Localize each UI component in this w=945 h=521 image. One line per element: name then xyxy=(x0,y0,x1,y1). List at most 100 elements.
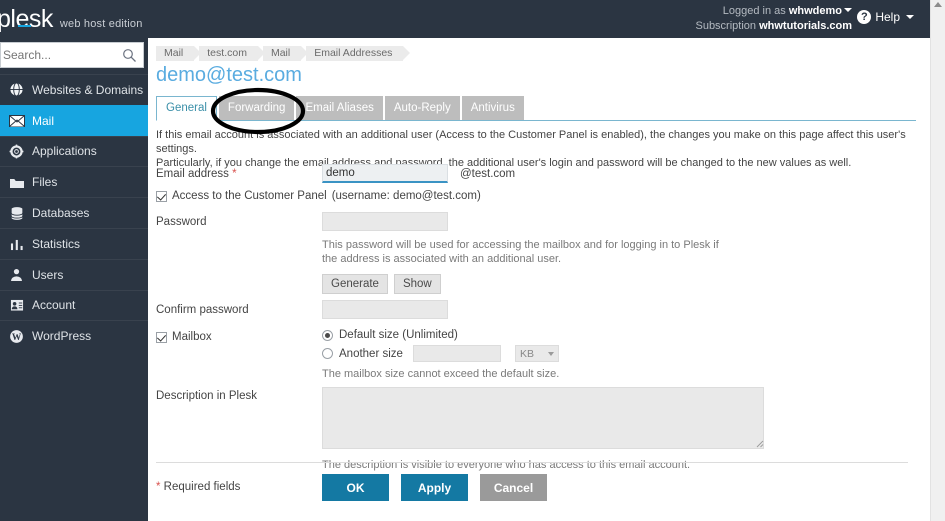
main-content: Mail test.com Mail Email Addresses demo@… xyxy=(148,38,930,521)
ok-button[interactable]: OK xyxy=(322,474,389,501)
svg-text:W: W xyxy=(12,333,22,343)
logged-in-row[interactable]: Logged in as whwdemo xyxy=(695,4,852,19)
mailbox-default-size-option[interactable]: Default size (Unlimited) xyxy=(322,329,916,341)
form-row-email-address: Email address * @test.com xyxy=(156,164,916,190)
confirm-password-label: Confirm password xyxy=(156,304,316,316)
customer-panel-checkbox-row[interactable]: Access to the Customer Panel (username: … xyxy=(156,190,916,202)
sidebar-item-label: Databases xyxy=(32,206,89,220)
sidebar-item-websites-domains[interactable]: Websites & Domains xyxy=(0,74,148,105)
sidebar-item-applications[interactable]: Applications xyxy=(0,136,148,167)
sidebar: Websites & Domains Mail xyxy=(0,38,148,521)
form-row-description: Description in Plesk The description is … xyxy=(156,387,916,467)
intro-line-1: If this email account is associated with… xyxy=(156,128,908,156)
sidebar-item-statistics[interactable]: Statistics xyxy=(0,228,148,259)
top-header-bar: plesk web host edition Logged in as whwd… xyxy=(0,0,930,38)
breadcrumb: Mail test.com Mail Email Addresses xyxy=(156,46,408,61)
tab-general[interactable]: General xyxy=(156,96,217,121)
confirm-password-input[interactable] xyxy=(322,300,448,319)
description-textarea[interactable] xyxy=(322,387,764,449)
scroll-up-arrow-icon[interactable] xyxy=(934,2,942,7)
mailbox-checkbox[interactable] xyxy=(156,332,167,343)
help-label: Help xyxy=(875,10,900,24)
mailbox-size-input[interactable] xyxy=(413,345,501,362)
email-domain-suffix: @test.com xyxy=(460,168,515,180)
globe-icon xyxy=(8,82,25,98)
sidebar-item-users[interactable]: Users xyxy=(0,259,148,290)
password-label: Password xyxy=(156,216,316,228)
wordpress-icon: W xyxy=(8,328,25,344)
sidebar-item-label: Statistics xyxy=(32,237,80,251)
search-box[interactable] xyxy=(0,42,144,68)
password-hint: This password will be used for accessing… xyxy=(322,238,916,266)
password-input[interactable] xyxy=(322,212,448,231)
cancel-button[interactable]: Cancel xyxy=(480,474,547,501)
password-hint-line-1: This password will be used for accessing… xyxy=(322,238,916,252)
breadcrumb-item-3[interactable]: Email Addresses xyxy=(306,46,403,61)
bar-chart-icon xyxy=(8,236,25,252)
logo-wordmark: plesk xyxy=(0,7,53,32)
logo-edition-label: web host edition xyxy=(60,18,143,30)
sidebar-item-mail[interactable]: Mail xyxy=(0,105,148,136)
sidebar-nav: Websites & Domains Mail xyxy=(0,74,148,351)
apply-button[interactable]: Apply xyxy=(401,474,468,501)
sidebar-item-label: Users xyxy=(32,268,63,282)
mailbox-size-unit-value: KB xyxy=(520,348,534,360)
folder-icon xyxy=(8,174,25,190)
tab-forwarding[interactable]: Forwarding xyxy=(219,96,295,120)
mailbox-another-size-radio[interactable] xyxy=(322,348,333,359)
sidebar-item-account[interactable]: Account xyxy=(0,290,148,321)
form-row-confirm-password: Confirm password xyxy=(156,300,916,329)
page-title: demo@test.com xyxy=(156,64,302,87)
tab-antivirus[interactable]: Antivirus xyxy=(462,96,524,120)
sidebar-item-files[interactable]: Files xyxy=(0,166,148,197)
customer-panel-label: Access to the Customer Panel xyxy=(172,190,327,202)
subscription-value: whwtutorials.com xyxy=(759,20,852,32)
sidebar-item-label: Applications xyxy=(32,144,97,158)
breadcrumb-item-0[interactable]: Mail xyxy=(156,46,194,61)
breadcrumb-item-2[interactable]: Mail xyxy=(263,46,301,61)
subscription-label: Subscription xyxy=(695,20,756,32)
id-card-icon xyxy=(8,297,25,313)
footer-divider xyxy=(156,462,908,463)
mailbox-size-unit-select[interactable]: KB xyxy=(515,345,559,362)
mailbox-default-size-radio[interactable] xyxy=(322,330,333,341)
tab-auto-reply[interactable]: Auto-Reply xyxy=(385,96,460,120)
description-hint: The description is visible to everyone w… xyxy=(322,458,916,472)
form-row-mailbox: Mailbox Default size (Unlimited) Another… xyxy=(156,329,916,387)
sidebar-item-label: Mail xyxy=(32,114,54,128)
mailbox-another-size-option[interactable]: Another size KB xyxy=(322,345,916,362)
generate-password-button[interactable]: Generate xyxy=(322,274,388,294)
email-address-input[interactable] xyxy=(322,164,448,183)
show-password-button[interactable]: Show xyxy=(394,274,441,294)
breadcrumb-item-1[interactable]: test.com xyxy=(199,46,258,61)
subscription-row[interactable]: Subscription whwtutorials.com xyxy=(695,19,852,34)
action-buttons: OK Apply Cancel xyxy=(322,474,547,501)
email-settings-form: Email address * @test.com Access to the … xyxy=(156,164,916,467)
chevron-down-icon xyxy=(548,352,554,356)
vertical-scrollbar[interactable] xyxy=(930,0,945,521)
plesk-panel: plesk web host edition Logged in as whwd… xyxy=(0,0,945,521)
required-asterisk: * xyxy=(232,168,236,180)
database-icon xyxy=(8,205,25,221)
help-menu[interactable]: ? Help xyxy=(857,10,914,24)
sidebar-item-label: WordPress xyxy=(32,329,91,343)
form-row-customer-panel: Access to the Customer Panel (username: … xyxy=(156,190,916,212)
logged-in-label: Logged in as xyxy=(723,5,786,17)
mailbox-checkbox-row[interactable]: Mailbox xyxy=(156,331,212,343)
sidebar-item-wordpress[interactable]: W WordPress xyxy=(0,320,148,351)
customer-panel-checkbox[interactable] xyxy=(156,191,167,202)
tab-email-aliases[interactable]: Email Aliases xyxy=(296,96,382,120)
chevron-down-icon[interactable] xyxy=(844,8,852,12)
form-row-password: Password This password will be used for … xyxy=(156,212,916,300)
search-input[interactable] xyxy=(1,44,117,66)
plesk-logo[interactable]: plesk web host edition xyxy=(0,7,143,32)
search-icon[interactable] xyxy=(122,48,137,63)
sidebar-item-label: Websites & Domains xyxy=(32,83,143,97)
required-fields-text: Required fields xyxy=(160,481,240,493)
password-hint-line-2: the address is associated with an additi… xyxy=(322,252,916,266)
sidebar-item-databases[interactable]: Databases xyxy=(0,197,148,228)
form-footer: * Required fields OK Apply Cancel xyxy=(156,474,908,514)
tab-bar: General Forwarding Email Aliases Auto-Re… xyxy=(156,96,916,121)
required-fields-note: * Required fields xyxy=(156,481,240,493)
gear-icon xyxy=(8,143,25,159)
